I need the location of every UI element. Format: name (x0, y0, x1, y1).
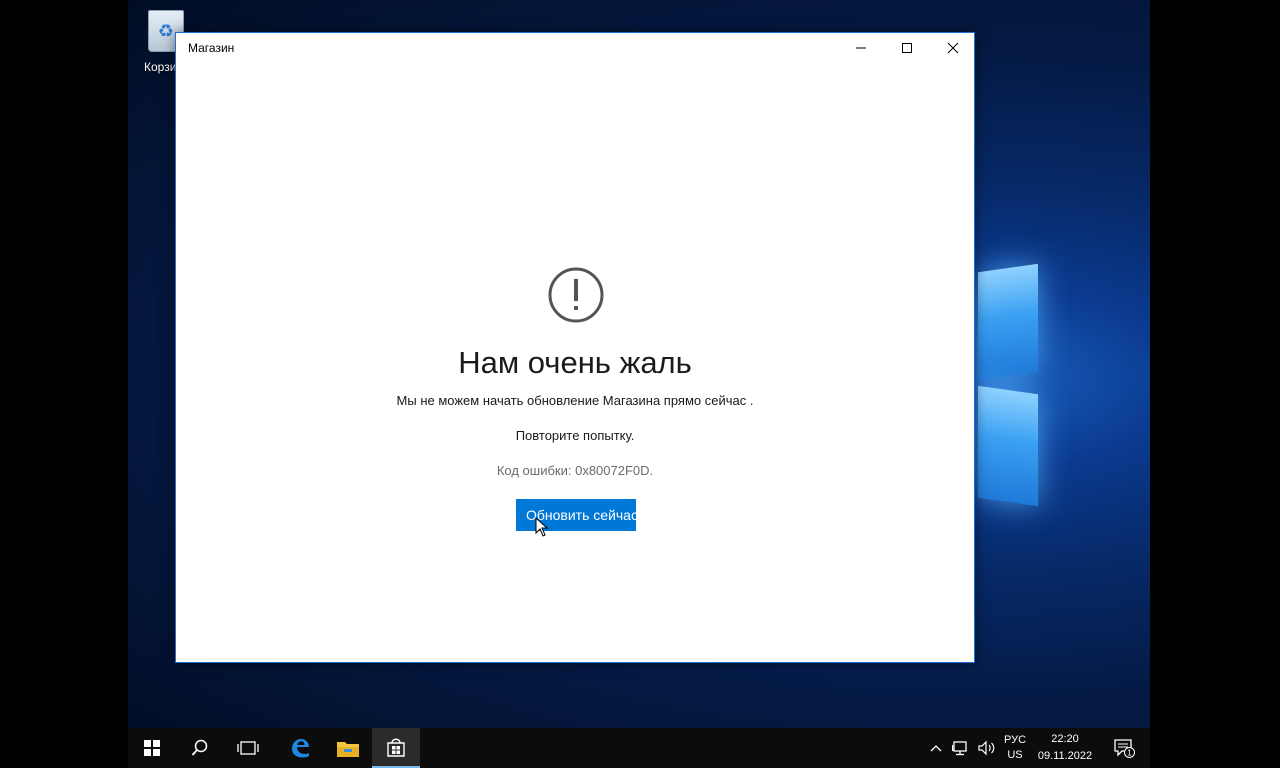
notification-icon: 1 (1114, 739, 1135, 758)
volume-button[interactable] (974, 728, 1000, 768)
edge-button[interactable] (276, 728, 324, 768)
action-center-button[interactable]: 1 (1104, 728, 1144, 768)
start-button[interactable] (128, 728, 176, 768)
keyboard-layout: US (1007, 749, 1023, 761)
network-icon (952, 741, 967, 756)
task-view-button[interactable] (224, 728, 272, 768)
volume-icon (978, 740, 995, 756)
error-code: Код ошибки: 0x80072F0D. (496, 463, 654, 478)
error-heading: Нам очень жаль (458, 345, 692, 380)
retry-message: Повторите попытку. (515, 428, 635, 443)
mouse-cursor-icon (535, 517, 549, 537)
search-icon (191, 739, 208, 756)
input-language-indicator[interactable]: РУС US (1000, 728, 1030, 768)
exclamation-circle-icon (548, 267, 604, 323)
clock-time: 22:20 (1051, 733, 1079, 745)
file-explorer-icon (337, 742, 359, 757)
chevron-up-icon (930, 745, 942, 752)
error-content: Нам очень жаль Мы не можем начать обновл… (176, 63, 974, 663)
windows-logo-wallpaper (978, 240, 1118, 540)
search-button[interactable] (176, 728, 224, 768)
network-button[interactable] (948, 728, 974, 768)
store-icon (387, 738, 405, 757)
edge-icon (292, 739, 309, 758)
close-button[interactable] (930, 33, 976, 63)
taskbar: РУС US 22:20 09.11.2022 1 (128, 728, 1150, 768)
windows-start-icon (144, 740, 160, 756)
window-title: Магазин (188, 41, 235, 55)
close-icon (947, 42, 959, 54)
store-taskbar-button[interactable] (372, 728, 420, 768)
language-code: РУС (1003, 734, 1027, 746)
store-app-window: Магазин Нам очень жаль Мы не можем начат… (175, 32, 975, 663)
minimize-button[interactable] (838, 33, 884, 63)
notification-count: 1 (1127, 749, 1132, 758)
update-now-button[interactable]: Обновить сейчас (516, 499, 636, 531)
system-clock[interactable]: 22:20 09.11.2022 (1032, 728, 1098, 768)
title-bar[interactable]: Магазин (176, 33, 974, 63)
task-view-icon (237, 741, 259, 755)
show-hidden-icons-button[interactable] (924, 728, 948, 768)
screen: ♻ Корзина Магазин Нам очень жаль Мы не м… (0, 0, 1280, 768)
screen-border-right (1150, 0, 1280, 768)
error-message: Мы не можем начать обновление Магазина п… (396, 393, 754, 408)
maximize-button[interactable] (884, 33, 930, 63)
minimize-icon (856, 47, 866, 49)
file-explorer-button[interactable] (324, 728, 372, 768)
maximize-icon (902, 43, 912, 53)
clock-date: 09.11.2022 (1037, 750, 1093, 762)
